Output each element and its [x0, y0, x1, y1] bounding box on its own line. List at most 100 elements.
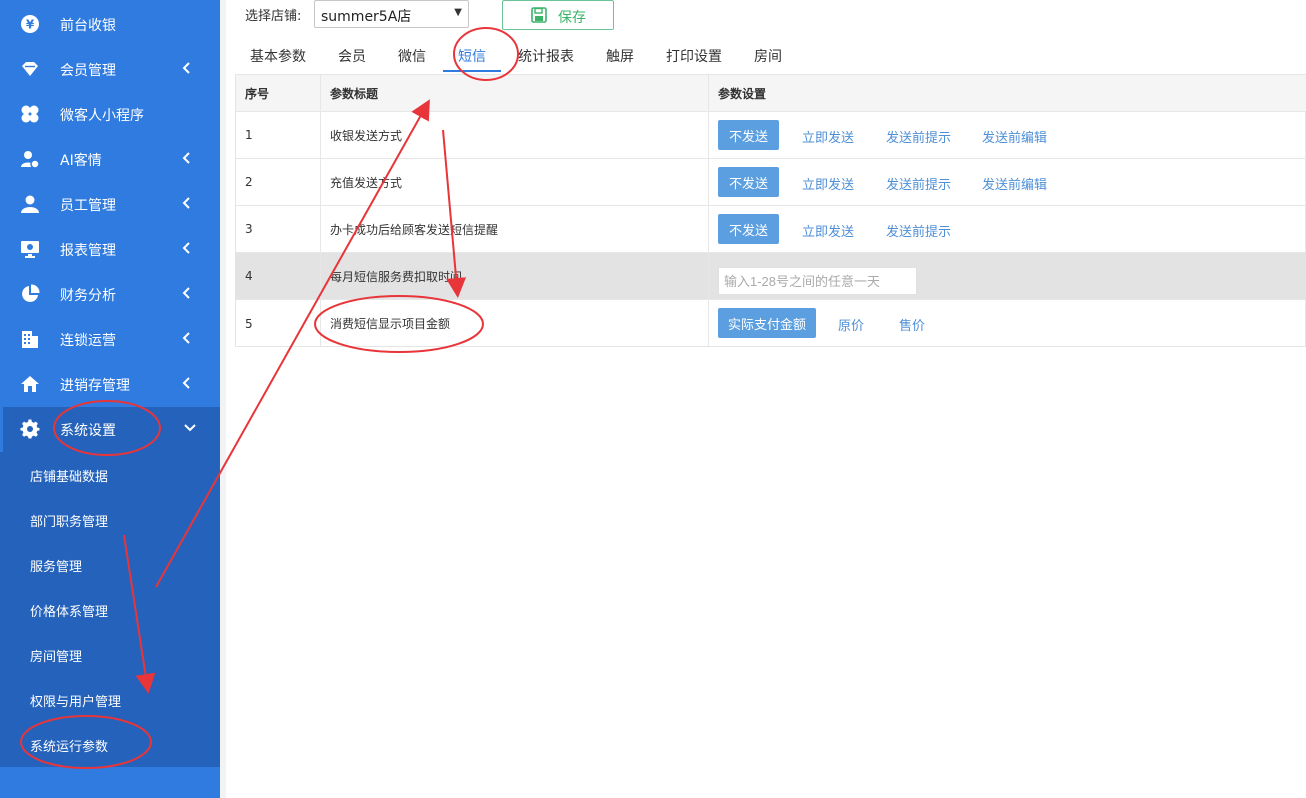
- option-link[interactable]: 售价: [899, 315, 925, 334]
- nav-label: 会员管理: [60, 63, 116, 79]
- row-index: 5: [236, 300, 321, 347]
- user-heart-icon: [21, 151, 40, 169]
- nav-item-inventory[interactable]: 进销存管理: [0, 362, 220, 407]
- settings-tabs: 基本参数 会员 微信 短信 统计报表 触屏 打印设置 房间: [236, 38, 1306, 74]
- option-link[interactable]: 立即发送: [802, 174, 854, 193]
- table-row: 3 办卡成功后给顾客发送短信提醒 不发送 立即发送 发送前提示: [236, 206, 1306, 253]
- tab-sms[interactable]: 短信: [458, 46, 486, 66]
- tab-reports[interactable]: 统计报表: [518, 46, 574, 66]
- nav-item-system-settings[interactable]: 系统设置: [0, 407, 220, 452]
- row-title: 每月短信服务费扣取时间: [321, 253, 709, 299]
- chevron-left-icon: [182, 197, 190, 209]
- chevron-down-icon: [184, 424, 196, 432]
- submenu-label: 房间管理: [30, 650, 83, 665]
- nav-item-finance[interactable]: 财务分析: [0, 272, 220, 317]
- sms-settings-table: 序号 参数标题 参数设置 1 收银发送方式 不发送 立即发送 发送前提示 发送前…: [235, 74, 1306, 347]
- row-title: 充值发送方式: [321, 159, 709, 205]
- gear-icon: [20, 419, 40, 439]
- home-icon: [21, 376, 39, 392]
- chevron-left-icon: [182, 152, 190, 164]
- diamond-icon: [22, 62, 38, 76]
- submenu-label: 部门职务管理: [30, 515, 109, 530]
- nav-label: 前台收银: [60, 18, 116, 34]
- store-select-value: summer5A店: [321, 9, 412, 25]
- pie-chart-icon: [22, 284, 40, 302]
- nav-label: 财务分析: [60, 288, 116, 304]
- chevron-left-icon: [182, 62, 190, 74]
- row-title: 办卡成功后给顾客发送短信提醒: [321, 206, 709, 252]
- store-label: 选择店铺:: [245, 9, 302, 24]
- tab-touchscreen[interactable]: 触屏: [606, 46, 634, 66]
- option-link[interactable]: 原价: [838, 315, 864, 334]
- table-header: 序号 参数标题 参数设置: [236, 75, 1306, 112]
- header-setting: 参数设置: [718, 86, 767, 101]
- row-index: 3: [236, 206, 321, 252]
- option-link[interactable]: 发送前提示: [886, 221, 951, 240]
- floppy-disk-icon: [531, 7, 547, 23]
- nav-item-cashier[interactable]: ¥ 前台收银: [0, 2, 220, 47]
- submenu-item-services[interactable]: 服务管理: [0, 542, 220, 587]
- nav-item-mini-program[interactable]: 微客人小程序: [0, 92, 220, 137]
- nav-item-members[interactable]: 会员管理: [0, 47, 220, 92]
- nav-item-staff[interactable]: 员工管理: [0, 182, 220, 227]
- save-button[interactable]: 保存: [502, 0, 614, 30]
- option-selected-button[interactable]: 不发送: [718, 167, 779, 197]
- nav-label: 进销存管理: [60, 378, 130, 394]
- submenu-item-rooms[interactable]: 房间管理: [0, 632, 220, 677]
- billing-day-input[interactable]: [718, 267, 917, 295]
- option-selected-button[interactable]: 不发送: [718, 214, 779, 244]
- tab-wechat[interactable]: 微信: [398, 46, 426, 66]
- row-index: 1: [236, 112, 321, 158]
- submenu-label: 系统运行参数: [30, 740, 109, 755]
- chevron-left-icon: [182, 242, 190, 254]
- option-selected-button[interactable]: 不发送: [718, 120, 779, 150]
- submenu-label: 权限与用户管理: [30, 695, 122, 710]
- tab-print[interactable]: 打印设置: [666, 46, 722, 66]
- nav-label: 微客人小程序: [60, 108, 144, 124]
- table-row: 1 收银发送方式 不发送 立即发送 发送前提示 发送前编辑: [236, 112, 1306, 159]
- active-tab-indicator: [443, 70, 501, 72]
- nav-label: AI客情: [60, 153, 102, 169]
- nav-item-reports[interactable]: 报表管理: [0, 227, 220, 272]
- submenu-item-departments[interactable]: 部门职务管理: [0, 497, 220, 542]
- submenu-label: 服务管理: [30, 560, 83, 575]
- chevron-left-icon: [182, 377, 190, 389]
- option-link[interactable]: 发送前编辑: [982, 174, 1047, 193]
- option-selected-button[interactable]: 实际支付金额: [718, 308, 816, 338]
- nav-item-ai-care[interactable]: AI客情: [0, 137, 220, 182]
- main-divider: [220, 0, 226, 798]
- submenu-item-pricing[interactable]: 价格体系管理: [0, 587, 220, 632]
- option-link[interactable]: 立即发送: [802, 127, 854, 146]
- option-link[interactable]: 发送前编辑: [982, 127, 1047, 146]
- tab-room[interactable]: 房间: [754, 46, 782, 66]
- monitor-chart-icon: [21, 241, 39, 258]
- header-title: 参数标题: [321, 75, 709, 111]
- submenu-item-runtime-params[interactable]: 系统运行参数: [0, 722, 220, 767]
- row-title: 消费短信显示项目金额: [321, 300, 709, 347]
- store-select[interactable]: summer5A店 ▼: [314, 0, 469, 28]
- tab-basic[interactable]: 基本参数: [250, 46, 306, 66]
- table-row: 2 充值发送方式 不发送 立即发送 发送前提示 发送前编辑: [236, 159, 1306, 206]
- nav-label: 连锁运营: [60, 333, 116, 349]
- option-link[interactable]: 发送前提示: [886, 127, 951, 146]
- option-link[interactable]: 发送前提示: [886, 174, 951, 193]
- save-label: 保存: [558, 10, 586, 26]
- submenu-item-store-data[interactable]: 店铺基础数据: [0, 452, 220, 497]
- submenu-item-permissions[interactable]: 权限与用户管理: [0, 677, 220, 722]
- submenu-label: 价格体系管理: [30, 605, 109, 620]
- user-icon: [21, 195, 39, 213]
- table-row: 5 消费短信显示项目金额 实际支付金额 原价 售价: [236, 300, 1306, 347]
- nav-label: 报表管理: [60, 243, 116, 259]
- nav-label: 系统设置: [60, 423, 116, 439]
- row-index: 2: [236, 159, 321, 205]
- tab-member[interactable]: 会员: [338, 46, 366, 66]
- header-index: 序号: [236, 75, 321, 111]
- option-link[interactable]: 立即发送: [802, 221, 854, 240]
- clover-icon: [21, 105, 39, 123]
- nav-label: 员工管理: [60, 198, 116, 214]
- system-settings-submenu: 店铺基础数据 部门职务管理 服务管理 价格体系管理 房间管理 权限与用户管理 系…: [0, 452, 220, 767]
- nav-item-chain[interactable]: 连锁运营: [0, 317, 220, 362]
- caret-down-icon: ▼: [454, 7, 462, 18]
- building-icon: [22, 331, 38, 348]
- chevron-left-icon: [182, 332, 190, 344]
